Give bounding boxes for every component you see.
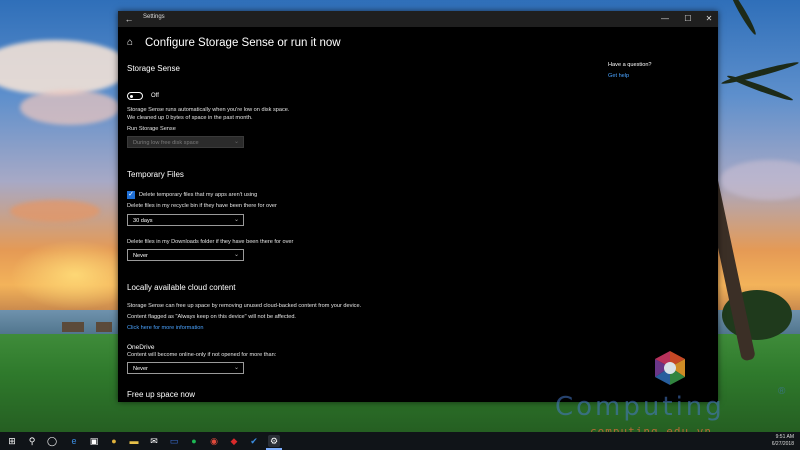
clock-time: 9:51 AM	[775, 434, 794, 440]
dropdown-value: Never	[133, 365, 148, 372]
close-button[interactable]: ✕	[702, 13, 716, 25]
help-heading: Have a question?	[608, 62, 652, 68]
settings-taskbar-icon[interactable]: ⚙	[268, 435, 280, 447]
storage-sense-heading: Storage Sense	[127, 64, 180, 73]
temporary-files-heading: Temporary Files	[127, 170, 184, 179]
toggle-knob	[130, 94, 133, 98]
chrome-icon[interactable]: ●	[108, 435, 120, 447]
edge-icon[interactable]: e	[68, 435, 80, 447]
store-icon[interactable]: ▣	[88, 435, 100, 447]
storage-sense-cleaned: We cleaned up 0 bytes of space in the pa…	[127, 115, 253, 121]
onedrive-dropdown[interactable]: Never ⌄	[127, 362, 244, 374]
spotify-icon[interactable]: ●	[188, 435, 200, 447]
clock-date: 6/27/2018	[771, 441, 794, 447]
start-button[interactable]: ⊞	[6, 435, 18, 447]
home-icon[interactable]: ⌂	[127, 38, 137, 48]
window-title: Settings	[143, 14, 165, 20]
taskbar: ⊞ ⚲ ◯ e ▣ ● ▬ ✉ ▭ ● ◉ ◆ ✔ ⚙ 9:51 AM 6/27…	[0, 432, 800, 450]
wallpaper-cloud	[10, 200, 100, 222]
chevron-down-icon: ⌄	[233, 139, 239, 145]
onedrive-label: Content will become online-only if not o…	[127, 352, 277, 358]
watermark-registered: ®	[778, 386, 786, 397]
maximize-button[interactable]: ☐	[681, 13, 695, 25]
groove-music-icon[interactable]: ◉	[208, 435, 220, 447]
delete-temp-files-checkbox[interactable]: ✓	[127, 191, 135, 199]
cloud-content-heading: Locally available cloud content	[127, 283, 236, 292]
photos-icon[interactable]: ▭	[168, 435, 180, 447]
run-storage-sense-label: Run Storage Sense	[127, 126, 176, 132]
checkmark-icon: ✓	[128, 191, 134, 198]
delete-temp-files-label: Delete temporary files that my apps aren…	[139, 192, 258, 198]
dropdown-value: Never	[133, 252, 148, 259]
task-view-icon[interactable]: ◯	[46, 435, 58, 447]
minimize-button[interactable]: —	[658, 13, 672, 25]
storage-sense-toggle[interactable]	[127, 92, 143, 100]
wallpaper-bench	[62, 322, 84, 332]
free-up-space-heading: Free up space now	[127, 390, 196, 399]
file-explorer-icon[interactable]: ▬	[128, 435, 140, 447]
get-help-link[interactable]: Get help	[608, 73, 629, 79]
wallpaper-cloud	[20, 90, 120, 125]
acrobat-icon[interactable]: ◆	[228, 435, 240, 447]
back-button[interactable]: ←	[123, 13, 135, 25]
search-icon[interactable]: ⚲	[26, 435, 38, 447]
mail-icon[interactable]: ✉	[148, 435, 160, 447]
recycle-bin-label: Delete files in my recycle bin if they h…	[127, 203, 277, 209]
watermark-brand: Computing	[555, 392, 725, 422]
toggle-state-label: Off	[151, 93, 159, 99]
computing-logo	[655, 351, 685, 385]
chevron-down-icon: ⌄	[233, 217, 239, 223]
dropdown-value: During low free disk space	[133, 139, 199, 146]
cloud-content-note: Content flagged as "Always keep on this …	[127, 314, 296, 320]
cloud-content-description: Storage Sense can free up space by remov…	[127, 303, 362, 309]
recycle-bin-dropdown[interactable]: 30 days ⌄	[127, 214, 244, 226]
downloads-dropdown[interactable]: Never ⌄	[127, 249, 244, 261]
downloads-label: Delete files in my Downloads folder if t…	[127, 239, 294, 245]
settings-window: ← Settings — ☐ ✕ ⌂ Configure Storage Sen…	[118, 11, 718, 402]
dropdown-value: 30 days	[133, 217, 153, 224]
page-title: Configure Storage Sense or run it now	[145, 37, 341, 49]
more-information-link[interactable]: Click here for more information	[127, 325, 203, 331]
onedrive-heading: OneDrive	[127, 344, 155, 351]
app-check-icon[interactable]: ✔	[248, 435, 260, 447]
wallpaper-bench	[96, 322, 112, 332]
title-bar[interactable]: ← Settings — ☐ ✕	[118, 11, 718, 27]
storage-sense-description: Storage Sense runs automatically when yo…	[127, 107, 290, 113]
run-storage-sense-dropdown[interactable]: During low free disk space ⌄	[127, 136, 244, 148]
chevron-down-icon: ⌄	[233, 365, 239, 371]
chevron-down-icon: ⌄	[233, 252, 239, 258]
system-clock[interactable]: 9:51 AM 6/27/2018	[772, 434, 794, 448]
